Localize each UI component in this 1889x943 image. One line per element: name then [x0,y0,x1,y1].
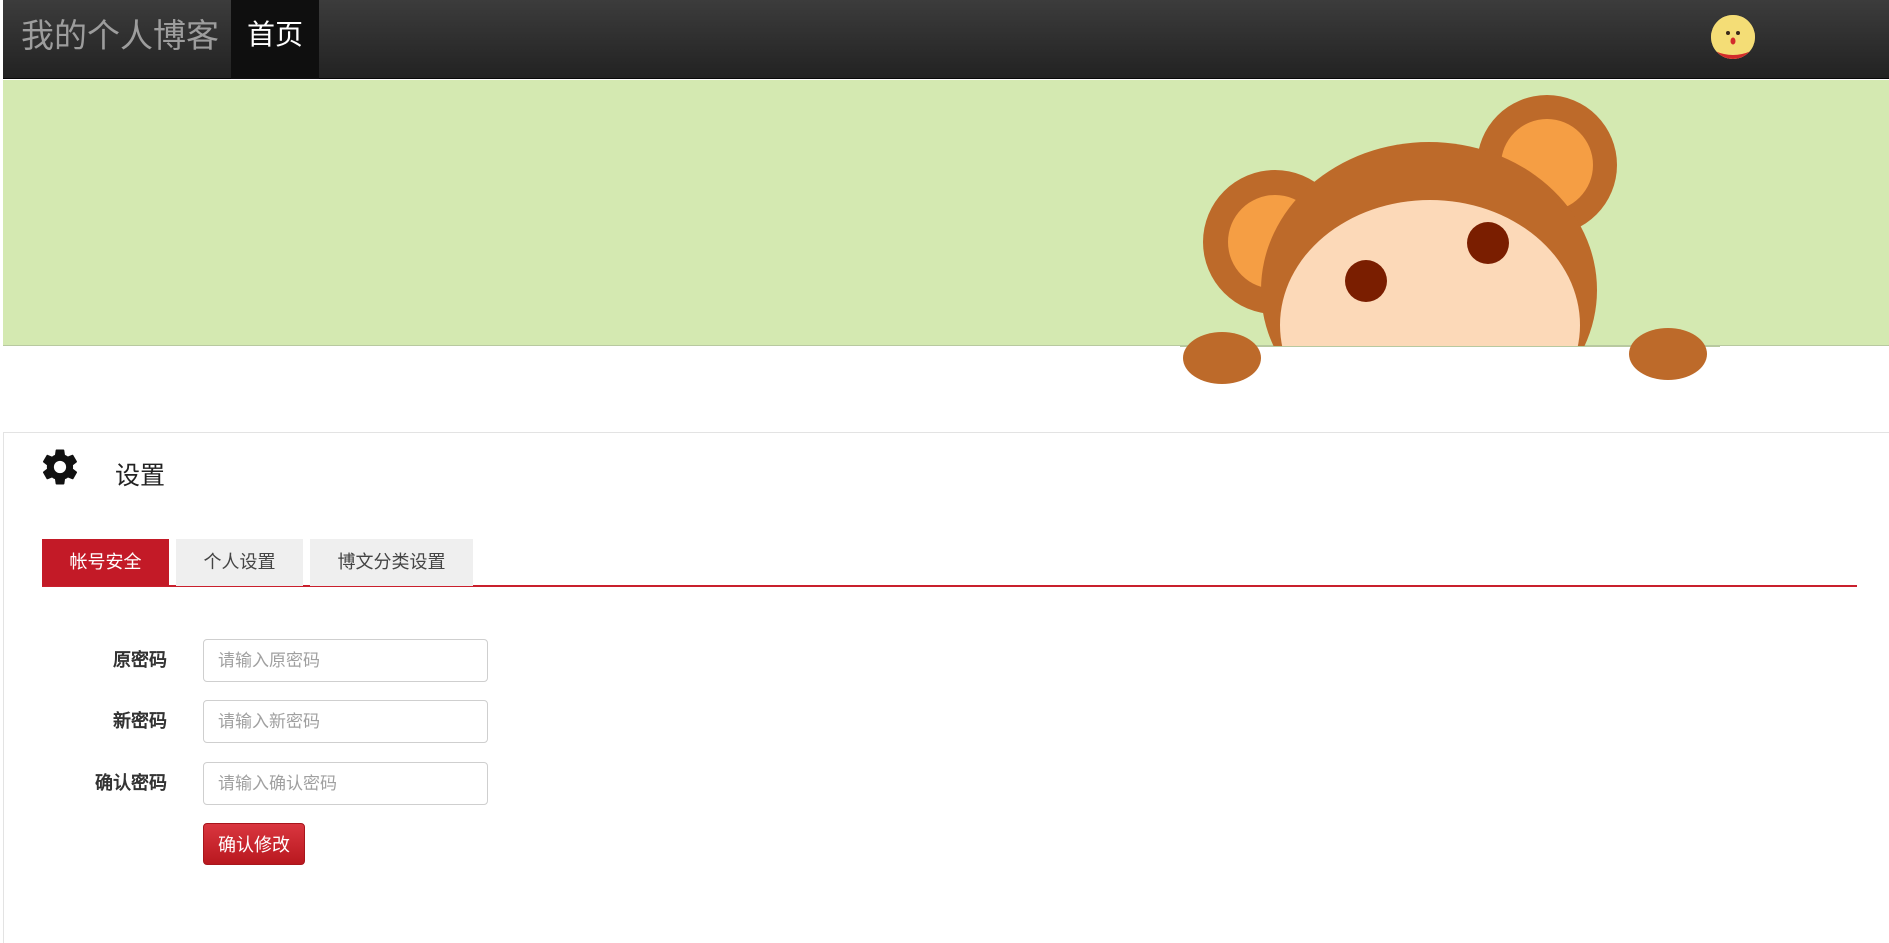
confirm-password-input[interactable] [203,762,488,805]
confirm-password-label: 确认密码 [95,773,167,794]
tab-personal-settings[interactable]: 个人设置 [176,539,303,586]
site-brand[interactable]: 我的个人博客 [21,14,219,58]
settings-tabs: 帐号安全 个人设置 博文分类设置 [42,539,1857,587]
avatar-face-icon [1711,15,1755,59]
top-navbar: 我的个人博客 首页 [3,0,1889,79]
settings-panel [3,432,1889,943]
nav-item-home[interactable]: 首页 [231,0,319,79]
old-password-input[interactable] [203,639,488,682]
new-password-label: 新密码 [113,711,167,732]
new-password-input[interactable] [203,700,488,743]
monkey-illustration [1180,95,1720,390]
gear-icon [42,449,78,485]
page-title: 设置 [115,461,166,490]
old-password-label: 原密码 [113,650,167,671]
confirm-change-button[interactable]: 确认修改 [203,823,305,865]
tab-account-security[interactable]: 帐号安全 [42,539,169,586]
tab-category-settings[interactable]: 博文分类设置 [310,539,473,586]
user-avatar[interactable] [1711,15,1755,59]
